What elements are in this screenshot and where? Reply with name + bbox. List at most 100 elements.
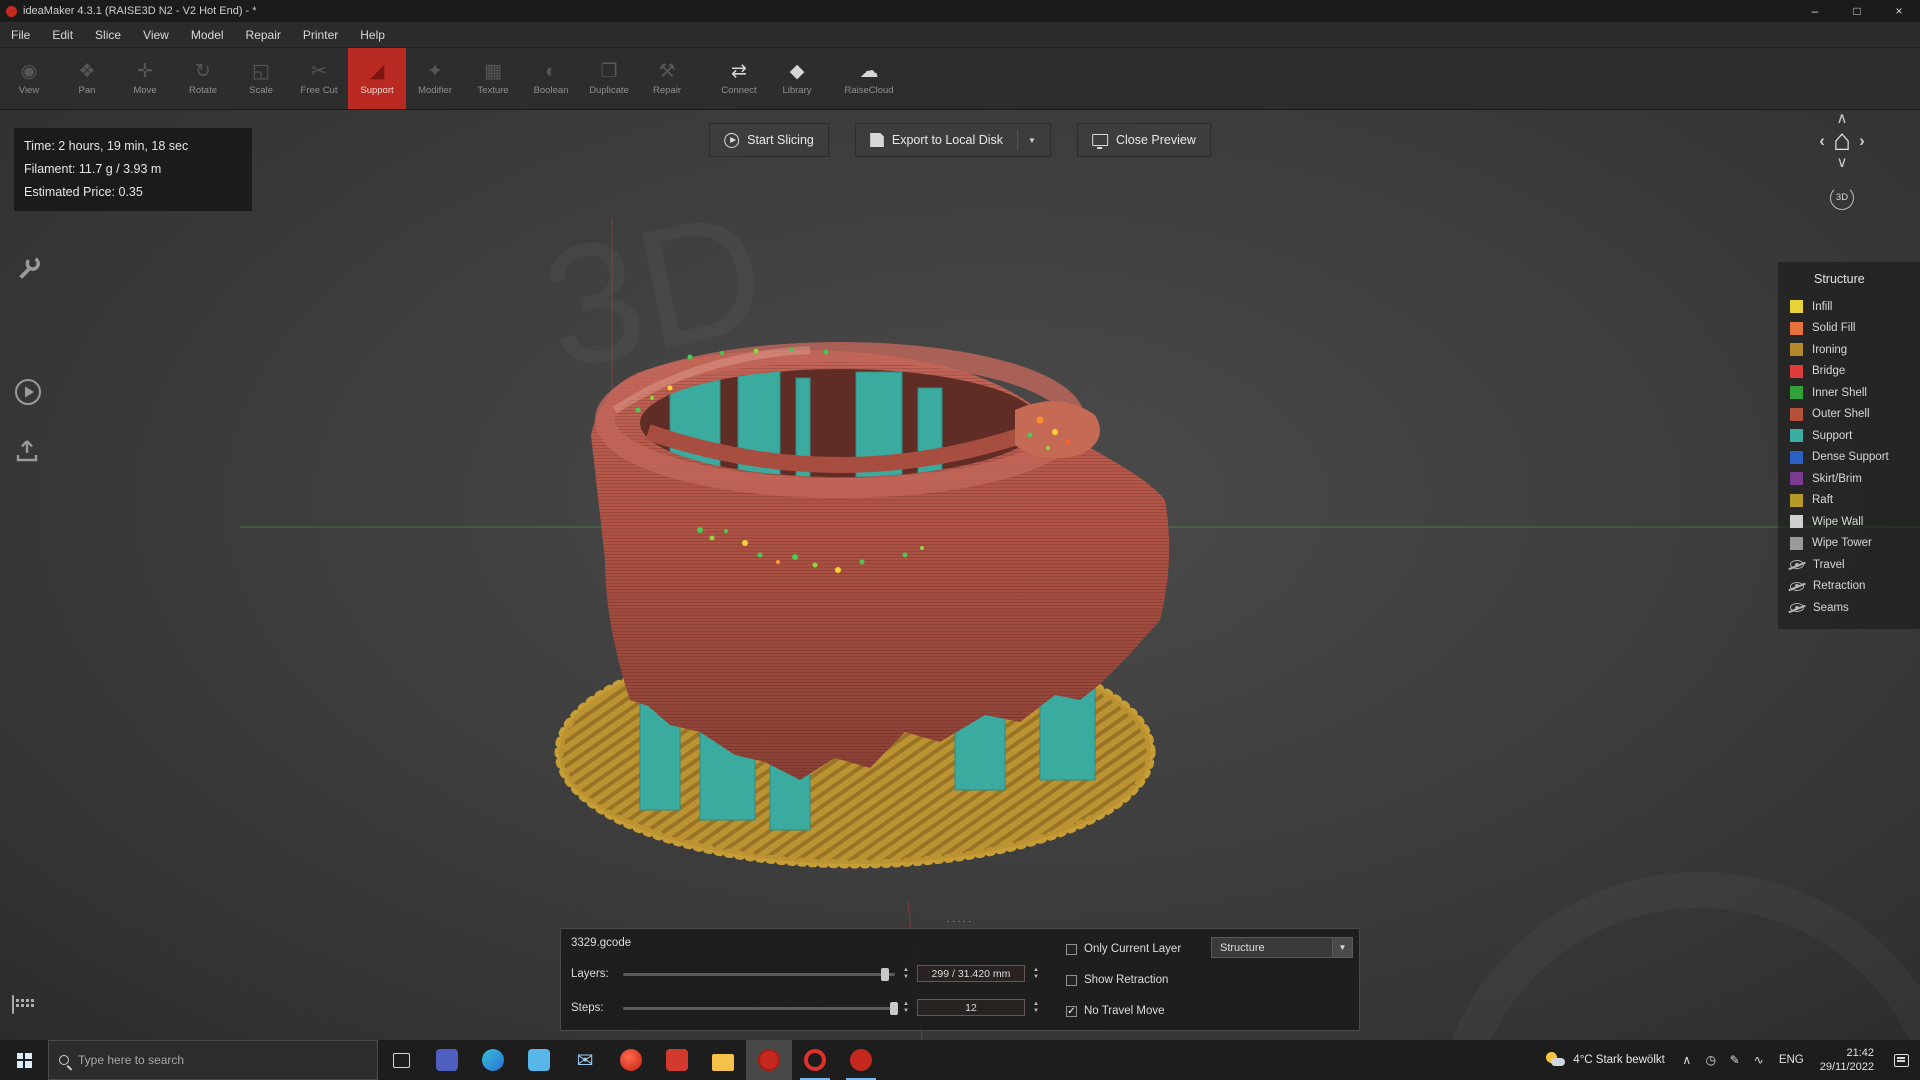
- menu-model[interactable]: Model: [180, 22, 235, 47]
- menu-file[interactable]: File: [0, 22, 41, 47]
- texture-icon: ▦: [484, 62, 502, 82]
- legend-toggle-travel[interactable]: Travel: [1790, 554, 1920, 576]
- watermark-swirl: [1450, 890, 1920, 1040]
- minimize-button[interactable]: –: [1794, 0, 1836, 22]
- menu-slice[interactable]: Slice: [84, 22, 132, 47]
- slider-handle[interactable]: [881, 968, 889, 981]
- layers-left-spinner[interactable]: ▲▼: [903, 967, 909, 980]
- repair-icon: ⚒: [658, 62, 675, 82]
- toolbar-rotate-button[interactable]: ↻ Rotate: [174, 48, 232, 109]
- start-slicing-icon: [724, 133, 739, 148]
- support-icon: ◢: [370, 62, 385, 82]
- only-current-layer-checkbox[interactable]: Only Current Layer: [1066, 943, 1181, 955]
- show-retraction-checkbox[interactable]: Show Retraction: [1066, 974, 1168, 986]
- adjust-tool-button[interactable]: [16, 255, 42, 286]
- start-button[interactable]: [0, 1040, 48, 1080]
- toolbar-scale-button[interactable]: ◱ Scale: [232, 48, 290, 109]
- view-down-button[interactable]: ∨: [1794, 156, 1890, 170]
- close-preview-icon: [1092, 134, 1108, 146]
- panel-drag-handle[interactable]: ·····: [947, 916, 974, 927]
- view-left-button[interactable]: ‹: [1819, 131, 1825, 151]
- maximize-button[interactable]: □: [1836, 0, 1878, 22]
- export-to-local-disk-button[interactable]: Export to Local Disk ▼: [855, 123, 1051, 157]
- menu-repair[interactable]: Repair: [235, 22, 292, 47]
- taskbar-app-edge[interactable]: [470, 1040, 516, 1080]
- layers-value[interactable]: 299 / 31.420 mm: [917, 965, 1025, 982]
- toolbar-duplicate-button[interactable]: ❐ Duplicate: [580, 48, 638, 109]
- taskbar-app-store[interactable]: [516, 1040, 562, 1080]
- layers-slider[interactable]: [623, 967, 895, 981]
- menu-printer[interactable]: Printer: [292, 22, 349, 47]
- folder-icon: [712, 1054, 734, 1071]
- color-swatch: [1790, 365, 1803, 378]
- color-swatch: [1790, 494, 1803, 507]
- menu-help[interactable]: Help: [349, 22, 396, 47]
- search-icon: [59, 1055, 69, 1065]
- taskbar-search[interactable]: [48, 1040, 378, 1080]
- clock-date[interactable]: 21:42 29/11/2022: [1812, 1046, 1882, 1074]
- toolbar-texture-button[interactable]: ▦ Texture: [464, 48, 522, 109]
- taskbar-app-mail[interactable]: ✉: [562, 1040, 608, 1080]
- toolbar-boolean-button[interactable]: ◐ Boolean: [522, 48, 580, 109]
- system-tray: 4°C Stark bewölkt ∧ ◷ ✎ ∿ ENG 21:42 29/1…: [1536, 1040, 1920, 1080]
- steps-slider[interactable]: [623, 1001, 895, 1015]
- upload-button[interactable]: [14, 438, 40, 469]
- toolbar-freecut-button[interactable]: ✂ Free Cut: [290, 48, 348, 109]
- legend-item-skirt-brim: Skirt/Brim: [1790, 468, 1920, 490]
- toolbar-move-button[interactable]: ✛ Move: [116, 48, 174, 109]
- network-tray-icon[interactable]: ∿: [1747, 1053, 1771, 1067]
- viewport-3d-scene[interactable]: 3D: [0, 110, 1920, 1040]
- dropdown-arrow-icon[interactable]: ▼: [1332, 938, 1352, 957]
- toolbar-modifier-button[interactable]: ✦ Modifier: [406, 48, 464, 109]
- toolbar-pan-button[interactable]: ❖ Pan: [58, 48, 116, 109]
- close-button[interactable]: ×: [1878, 0, 1920, 22]
- clock-tray-icon[interactable]: ◷: [1699, 1053, 1723, 1067]
- taskbar-weather-widget[interactable]: 4°C Stark bewölkt: [1536, 1052, 1675, 1068]
- search-input[interactable]: [78, 1053, 367, 1067]
- taskbar-app-opera-gx[interactable]: [608, 1040, 654, 1080]
- task-view-button[interactable]: [378, 1040, 424, 1080]
- view-3d-toggle[interactable]: 3D: [1830, 186, 1854, 210]
- pan-icon: ❖: [78, 62, 95, 82]
- view-mode-dropdown[interactable]: Structure ▼: [1211, 937, 1353, 958]
- preview-actions: Start Slicing Export to Local Disk ▼ Clo…: [709, 123, 1211, 157]
- view-right-button[interactable]: ›: [1859, 131, 1865, 151]
- play-animation-button[interactable]: [14, 378, 42, 411]
- home-view-icon[interactable]: ⌂: [1833, 126, 1851, 156]
- export-dropdown-arrow-icon[interactable]: ▼: [1028, 136, 1036, 145]
- pen-tray-icon[interactable]: ✎: [1723, 1053, 1747, 1067]
- taskbar-app-red[interactable]: [654, 1040, 700, 1080]
- taskbar-app-file-explorer[interactable]: [700, 1040, 746, 1080]
- layers-spinner[interactable]: ▲▼: [1033, 967, 1039, 980]
- windows-logo-icon: [17, 1053, 32, 1068]
- toolbar-raisecloud-button[interactable]: ☁ RaiseCloud: [840, 48, 898, 109]
- legend-toggle-retraction[interactable]: Retraction: [1790, 576, 1920, 598]
- legend-toggle-seams[interactable]: Seams: [1790, 597, 1920, 619]
- steps-value[interactable]: 12: [917, 999, 1025, 1016]
- upload-icon: [14, 438, 40, 464]
- taskbar-app-ideamaker-2[interactable]: [838, 1040, 884, 1080]
- menu-edit[interactable]: Edit: [41, 22, 84, 47]
- hidden-icons-chevron[interactable]: ∧: [1675, 1053, 1699, 1067]
- toolbar-support-button[interactable]: ◢ Support: [348, 48, 406, 109]
- color-swatch: [1790, 537, 1803, 550]
- menu-view[interactable]: View: [132, 22, 180, 47]
- taskbar-app-opera[interactable]: [792, 1040, 838, 1080]
- taskbar-app-teams[interactable]: [424, 1040, 470, 1080]
- no-travel-move-checkbox[interactable]: ✓ No Travel Move: [1066, 1005, 1165, 1017]
- steps-spinner[interactable]: ▲▼: [1033, 1001, 1039, 1014]
- language-button[interactable]: ENG: [1771, 1054, 1812, 1066]
- steps-left-spinner[interactable]: ▲▼: [903, 1001, 909, 1014]
- slider-handle[interactable]: [890, 1002, 898, 1015]
- start-slicing-button[interactable]: Start Slicing: [709, 123, 829, 157]
- toolbar-connect-button[interactable]: ⇄ Connect: [710, 48, 768, 109]
- toolbar-repair-button[interactable]: ⚒ Repair: [638, 48, 696, 109]
- taskbar-app-ideamaker[interactable]: [746, 1040, 792, 1080]
- toolbar-library-button[interactable]: ◆ Library: [768, 48, 826, 109]
- virtual-keyboard-button[interactable]: [12, 996, 14, 1014]
- viewport: 3D: [0, 110, 1920, 1040]
- legend-item-wipe-tower: Wipe Tower: [1790, 533, 1920, 555]
- toolbar-view-button[interactable]: ◉ View: [0, 48, 58, 109]
- action-center-button[interactable]: [1882, 1054, 1920, 1067]
- close-preview-button[interactable]: Close Preview: [1077, 123, 1211, 157]
